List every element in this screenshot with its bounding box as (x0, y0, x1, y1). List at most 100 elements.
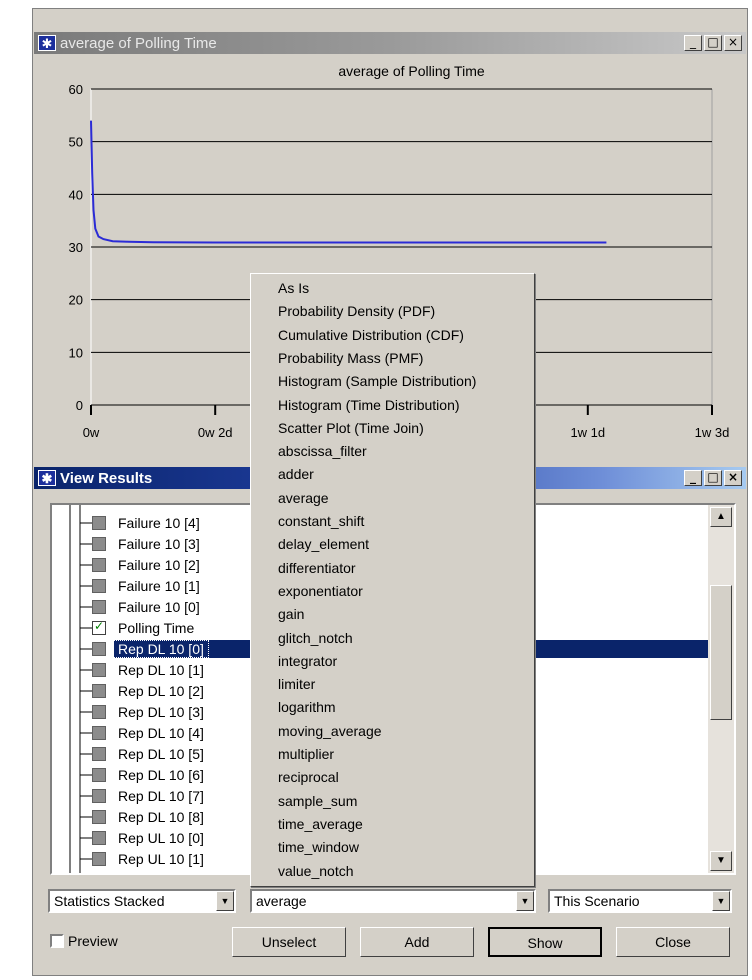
app-star-icon: ✱ (38, 470, 56, 486)
y-tick-label: 10 (69, 345, 83, 360)
tree-item-label: Rep DL 10 [2] (118, 683, 204, 699)
tree-item-label: Failure 10 [3] (118, 536, 200, 552)
chevron-down-icon[interactable]: ▼ (516, 891, 534, 911)
tree-item-label: Rep DL 10 [5] (118, 746, 204, 762)
tree-item-label: Rep DL 10 [0] (113, 640, 209, 658)
statistic-checkbox[interactable] (92, 705, 106, 719)
preview-checkbox[interactable] (50, 934, 64, 948)
filter-menu-item[interactable]: Cumulative Distribution (CDF) (278, 324, 464, 347)
preview-label[interactable]: Preview (68, 933, 118, 949)
filter-menu-item[interactable]: abscissa_filter (278, 440, 367, 463)
statistic-checkbox[interactable] (92, 537, 106, 551)
tree-item-label: Failure 10 [0] (118, 599, 200, 615)
checked-checkbox-icon[interactable] (92, 619, 106, 635)
filter-menu-item[interactable]: Scatter Plot (Time Join) (278, 417, 424, 440)
filter-menu-item[interactable]: Histogram (Time Distribution) (278, 394, 460, 417)
filter-menu-item[interactable]: glitch_notch (278, 627, 353, 650)
filter-menu-item[interactable]: time_average (278, 813, 363, 836)
close-window-button[interactable]: × (724, 470, 742, 486)
app-star-icon: ✱ (38, 35, 56, 51)
statistic-checkbox[interactable] (92, 768, 106, 782)
maximize-button[interactable]: □ (704, 35, 722, 51)
x-tick-label: 0w 2d (198, 425, 233, 440)
scroll-down-arrow-icon[interactable]: ▼ (710, 851, 732, 871)
display-mode-select[interactable]: Statistics Stacked ▼ (48, 889, 236, 913)
filter-value: average (256, 893, 307, 909)
maximize-button[interactable]: □ (704, 470, 722, 486)
close-button[interactable]: Close (616, 927, 730, 957)
filter-menu-item[interactable]: gain (278, 603, 304, 626)
chart-window-titlebar[interactable]: ✱ average of Polling Time _ □ × (34, 32, 746, 54)
filter-menu-item[interactable]: Probability Mass (PMF) (278, 347, 423, 370)
statistic-checkbox[interactable] (92, 579, 106, 593)
filter-menu-item[interactable]: differentiator (278, 557, 356, 580)
filter-dropdown-menu[interactable]: As Is Probability Density (PDF) Cumulative… (250, 273, 535, 887)
filter-menu-item[interactable]: time_window (278, 836, 359, 859)
x-tick-label: 0w (83, 425, 100, 440)
filter-menu-item[interactable]: integrator (278, 650, 337, 673)
show-button[interactable]: Show (488, 927, 602, 957)
statistic-checkbox[interactable] (92, 789, 106, 803)
scenario-value: This Scenario (554, 893, 640, 909)
filter-menu-item[interactable]: value_notch (278, 860, 354, 883)
tree-item-label: Rep DL 10 [1] (118, 662, 204, 678)
filter-menu-item[interactable]: constant_shift (278, 510, 364, 533)
statistic-checkbox[interactable] (92, 852, 106, 866)
y-tick-label: 30 (69, 240, 83, 255)
tree-item-label: Rep DL 10 [6] (118, 767, 204, 783)
minimize-button[interactable]: _ (684, 470, 702, 486)
filter-menu-item[interactable]: limiter (278, 673, 315, 696)
tree-item-label: Failure 10 [2] (118, 557, 200, 573)
filter-menu-item[interactable]: As Is (278, 277, 309, 300)
add-button[interactable]: Add (360, 927, 474, 957)
filter-menu-item[interactable]: adder (278, 463, 314, 486)
statistic-checkbox[interactable] (92, 747, 106, 761)
statistic-checkbox[interactable] (92, 600, 106, 614)
filter-menu-item[interactable]: Probability Density (PDF) (278, 300, 435, 323)
statistic-checkbox[interactable] (92, 642, 106, 656)
x-tick-label: 1w 3d (695, 425, 730, 440)
tree-item-label: Rep DL 10 [8] (118, 809, 204, 825)
statistic-checkbox[interactable] (92, 684, 106, 698)
tree-item-label: Rep UL 10 [1] (118, 851, 204, 867)
statistic-checkbox[interactable] (92, 831, 106, 845)
filter-menu-item[interactable]: multiplier (278, 743, 334, 766)
filter-select[interactable]: average ▼ (250, 889, 536, 913)
minimize-button[interactable]: _ (684, 35, 702, 51)
tree-item-label: Rep DL 10 [7] (118, 788, 204, 804)
filter-menu-item[interactable]: logarithm (278, 696, 336, 719)
statistic-checkbox[interactable] (92, 558, 106, 572)
x-tick-label: 1w 1d (570, 425, 605, 440)
tree-item-label: Rep DL 10 [4] (118, 725, 204, 741)
chart-window-title: average of Polling Time (60, 34, 217, 52)
display-mode-value: Statistics Stacked (54, 893, 165, 909)
filter-menu-item[interactable]: Histogram (Sample Distribution) (278, 370, 476, 393)
statistic-checkbox[interactable] (92, 516, 106, 530)
y-tick-label: 20 (69, 293, 83, 308)
y-tick-label: 50 (69, 135, 83, 150)
tree-item-label: Polling Time (118, 620, 195, 636)
series-line (90, 120, 607, 244)
filter-menu-item[interactable]: average (278, 487, 329, 510)
tree-item-label: Rep DL 10 [3] (118, 704, 204, 720)
close-window-button[interactable]: × (724, 35, 742, 51)
scroll-thumb[interactable] (710, 585, 732, 720)
filter-menu-item[interactable]: moving_average (278, 720, 382, 743)
statistic-checkbox[interactable] (92, 663, 106, 677)
statistic-checkbox[interactable] (92, 810, 106, 824)
chevron-down-icon[interactable]: ▼ (712, 891, 730, 911)
scroll-up-arrow-icon[interactable]: ▲ (710, 507, 732, 527)
filter-menu-item[interactable]: exponentiator (278, 580, 363, 603)
tree-item-label: Rep UL 10 [0] (118, 830, 204, 846)
tree-vertical-scrollbar[interactable]: ▲ ▼ (708, 505, 734, 873)
statistic-checkbox[interactable] (92, 726, 106, 740)
filter-menu-item[interactable]: reciprocal (278, 766, 339, 789)
scenario-select[interactable]: This Scenario ▼ (548, 889, 732, 913)
y-tick-label: 40 (69, 187, 83, 202)
tree-item-label: Failure 10 [1] (118, 578, 200, 594)
chart-title: average of Polling Time (338, 63, 485, 79)
unselect-button[interactable]: Unselect (232, 927, 346, 957)
filter-menu-item[interactable]: delay_element (278, 533, 369, 556)
chevron-down-icon[interactable]: ▼ (216, 891, 234, 911)
filter-menu-item[interactable]: sample_sum (278, 790, 357, 813)
